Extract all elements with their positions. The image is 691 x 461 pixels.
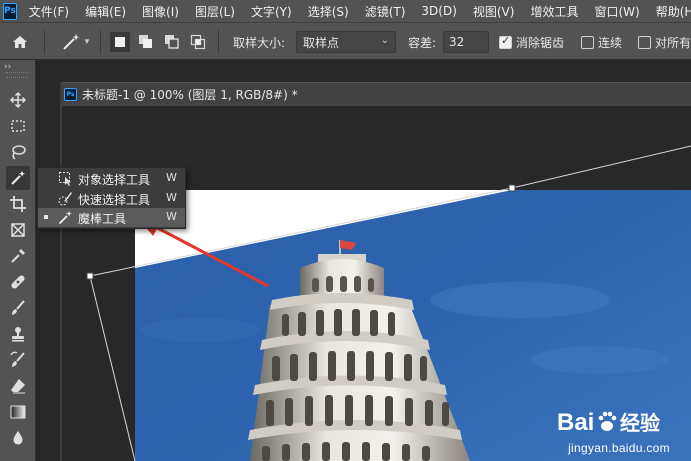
flyout-item-label: 魔棒工具: [78, 212, 127, 226]
antialias-label: 消除锯齿: [516, 36, 565, 50]
tool-preset-picker[interactable]: ▾: [54, 30, 96, 54]
photoshop-logo[interactable]: Ps: [3, 2, 17, 20]
separator: [44, 30, 45, 54]
eyedropper-tool-icon[interactable]: [6, 244, 30, 268]
gradient-tool-icon[interactable]: [6, 400, 30, 424]
document-border: [60, 82, 62, 461]
contiguous-label: 连续: [598, 36, 623, 50]
crop-tool-icon[interactable]: [6, 192, 30, 216]
history-brush-tool-icon[interactable]: [6, 348, 30, 372]
intersect-selection-button[interactable]: [188, 32, 208, 52]
magic-wand-tool-icon[interactable]: [6, 166, 30, 190]
magic-wand-icon: [63, 34, 80, 50]
menu-select[interactable]: 选择(S): [308, 3, 349, 20]
chevron-down-icon: ⌄: [380, 35, 389, 46]
panel-grip[interactable]: [6, 72, 28, 78]
menu-3d[interactable]: 3D(D): [421, 4, 456, 18]
document-file-icon: Ps: [64, 88, 77, 101]
magic-wand-icon: [58, 211, 72, 225]
chevron-down-icon: ▾: [84, 37, 90, 47]
baidu-logo: Bai 经验: [557, 409, 660, 436]
clone-stamp-tool-icon[interactable]: [6, 322, 30, 346]
object-select-icon: [59, 172, 71, 186]
tower-photo: [248, 240, 470, 461]
new-selection-button[interactable]: [110, 32, 130, 52]
brush-tool-icon[interactable]: [6, 296, 30, 320]
blur-tool-icon[interactable]: [6, 426, 30, 450]
transform-handle: [86, 272, 94, 280]
shortcut-key: W: [166, 171, 177, 184]
options-bar: ▾ 取样大小: 取样点 ⌄ 容差: 32 消除锯齿 连续 对所有: [0, 22, 691, 60]
all-layers-checkbox[interactable]: [638, 36, 651, 49]
eraser-tool-icon[interactable]: [6, 374, 30, 398]
baidu-jingyan-watermark: Bai 经验 jingyan.baidu.com: [555, 406, 683, 455]
tolerance-label: 容差:: [408, 36, 437, 50]
watermark-url: jingyan.baidu.com: [568, 441, 670, 455]
marquee-tool-icon[interactable]: [6, 114, 30, 138]
menu-layer[interactable]: 图层(L): [195, 3, 235, 20]
svg-text:经验: 经验: [620, 411, 660, 435]
move-tool-icon[interactable]: [6, 88, 30, 112]
flyout-object-selection-tool[interactable]: 对象选择工具 W: [38, 169, 185, 188]
quick-select-icon: [58, 192, 72, 206]
menu-view[interactable]: 视图(V): [473, 3, 515, 20]
document-title: 未标题-1 @ 100% (图层 1, RGB/8#) *: [82, 88, 298, 102]
add-to-selection-button[interactable]: [136, 32, 156, 52]
subtract-from-selection-button[interactable]: [162, 32, 182, 52]
home-icon[interactable]: [8, 30, 32, 54]
all-layers-label: 对所有: [655, 36, 691, 50]
menu-plugins[interactable]: 增效工具: [530, 3, 578, 20]
tolerance-input[interactable]: 32: [443, 31, 489, 53]
sample-size-label: 取样大小:: [233, 36, 286, 50]
contiguous-checkbox[interactable]: [581, 36, 594, 49]
menu-filter[interactable]: 滤镜(T): [365, 3, 406, 20]
menu-help[interactable]: 帮助(H): [656, 3, 691, 20]
collapse-panel-icon[interactable]: ››: [4, 62, 11, 72]
shortcut-key: W: [166, 210, 177, 223]
svg-text:Bai: Bai: [557, 409, 594, 436]
antialias-checkbox[interactable]: [499, 34, 512, 49]
sample-size-select[interactable]: 取样点 ⌄: [296, 31, 396, 53]
separator: [100, 30, 101, 54]
menu-image[interactable]: 图像(I): [142, 3, 179, 20]
menu-bar: Ps 文件(F) 编辑(E) 图像(I) 图层(L) 文字(Y) 选择(S) 滤…: [0, 0, 691, 22]
menu-type[interactable]: 文字(Y): [251, 3, 292, 20]
frame-tool-icon[interactable]: [6, 218, 30, 242]
flyout-quick-selection-tool[interactable]: 快速选择工具 W: [38, 189, 185, 208]
menu-file[interactable]: 文件(F): [29, 3, 69, 20]
document-canvas: [86, 145, 691, 461]
flyout-item-label: 快速选择工具: [78, 193, 151, 207]
flyout-magic-wand-tool[interactable]: 魔棒工具 W: [38, 208, 185, 227]
shortcut-key: W: [166, 191, 177, 204]
transform-handle: [508, 184, 516, 192]
document-tab[interactable]: Ps 未标题-1 @ 100% (图层 1, RGB/8#) *: [60, 82, 691, 106]
healing-brush-tool-icon[interactable]: [6, 270, 30, 294]
tools-panel: ››: [0, 60, 36, 461]
selection-tools-flyout: 对象选择工具 W 快速选择工具 W 魔棒工具 W: [37, 167, 186, 229]
menu-edit[interactable]: 编辑(E): [85, 3, 126, 20]
flyout-item-label: 对象选择工具: [78, 173, 151, 187]
sample-size-value: 取样点: [303, 36, 340, 50]
active-tool-bullet: [44, 215, 48, 219]
menu-window[interactable]: 窗口(W): [594, 3, 639, 20]
lasso-tool-icon[interactable]: [6, 140, 30, 164]
separator: [218, 30, 219, 54]
